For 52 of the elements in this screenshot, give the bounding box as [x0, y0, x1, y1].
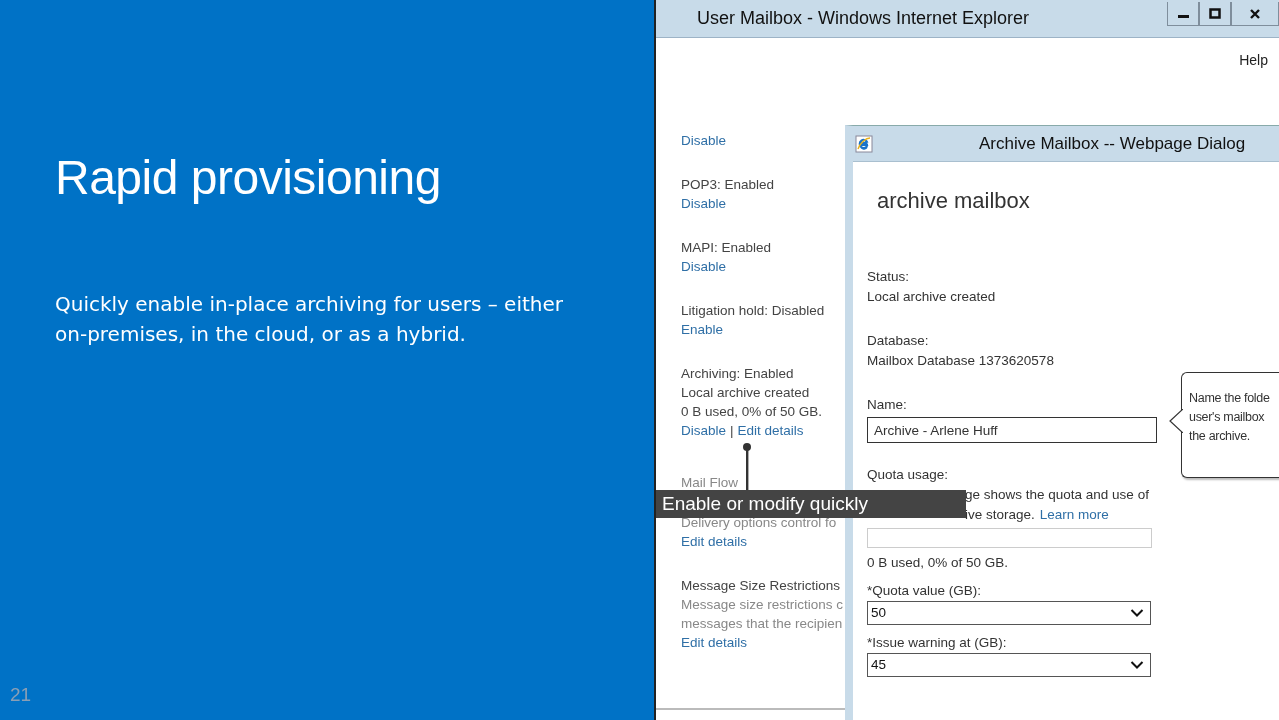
usage-text: 0 B used, 0% of 50 GB. — [867, 554, 1009, 572]
field-label: *Issue warning at (GB): — [867, 634, 1007, 652]
field-value: Mailbox Database 1373620578 — [867, 352, 1054, 370]
browser-icon — [855, 134, 873, 153]
chevron-down-icon — [1130, 660, 1144, 670]
property-label: Litigation hold: Disabled — [681, 302, 826, 320]
property-label: MAPI: Enabled — [681, 239, 773, 257]
action-link[interactable]: Disable — [681, 421, 727, 440]
separator-text: | — [730, 422, 734, 440]
leader-line — [742, 442, 752, 490]
maximize-button[interactable] — [1199, 2, 1231, 26]
property-label: Local archive created — [681, 384, 811, 402]
action-link[interactable]: Disable — [681, 194, 727, 213]
action-link[interactable]: Disable — [681, 257, 727, 276]
window-title: User Mailbox - Windows Internet Explorer — [697, 8, 1030, 29]
property-label: Archiving: Enabled — [681, 365, 795, 383]
property-label: Message Size Restrictions — [681, 577, 841, 595]
page-number: 21 — [10, 684, 33, 706]
field-value: Local archive created — [867, 288, 996, 306]
action-link[interactable]: Enable — [681, 320, 724, 339]
description-text: ge shows the quota and use of — [964, 486, 1149, 504]
tooltip-pointer — [1169, 409, 1183, 433]
property-label: POP3: Enabled — [681, 176, 776, 194]
name-field[interactable]: Archive - Arlene Huff — [867, 417, 1157, 443]
action-link[interactable]: Edit details — [737, 421, 804, 440]
slide-body: Quickly enable in-place archiving for users – either on-premises, in the cloud, or as a hybrid. — [55, 291, 564, 348]
field-label: Name: — [867, 396, 907, 414]
field-label: Database: — [867, 332, 929, 350]
callout-label: Enable or modify quickly — [656, 490, 966, 518]
chevron-down-icon — [1130, 608, 1144, 618]
action-link[interactable]: Edit details — [681, 532, 748, 551]
field-label: Quota usage: — [867, 466, 949, 484]
description-text: Mail Flow — [681, 474, 739, 492]
learn-more-link[interactable]: Learn more — [1039, 507, 1109, 522]
close-icon — [1248, 6, 1262, 21]
close-button[interactable] — [1231, 2, 1279, 26]
slide-title: Rapid provisioning — [55, 150, 442, 205]
dialog-heading: archive mailbox — [877, 191, 1031, 211]
description-text: Message size restrictions c — [681, 596, 841, 614]
action-link[interactable]: Disable — [681, 131, 727, 150]
dropdown[interactable]: 45 — [867, 653, 1151, 677]
field-label: *Quota value (GB): — [867, 582, 982, 600]
minimize-icon — [1177, 14, 1189, 18]
field-label: Status: — [867, 268, 910, 286]
help-link[interactable]: Help — [1239, 52, 1268, 68]
action-link[interactable]: Edit details — [681, 633, 748, 652]
dialog-title: Archive Mailbox -- Webpage Dialog — [979, 133, 1246, 154]
dropdown[interactable]: 50 — [867, 601, 1151, 625]
property-label: 0 B used, 0% of 50 GB. — [681, 403, 824, 421]
maximize-icon — [1208, 6, 1222, 21]
minimize-button[interactable] — [1167, 2, 1199, 26]
description-text: messages that the recipien — [681, 615, 841, 633]
